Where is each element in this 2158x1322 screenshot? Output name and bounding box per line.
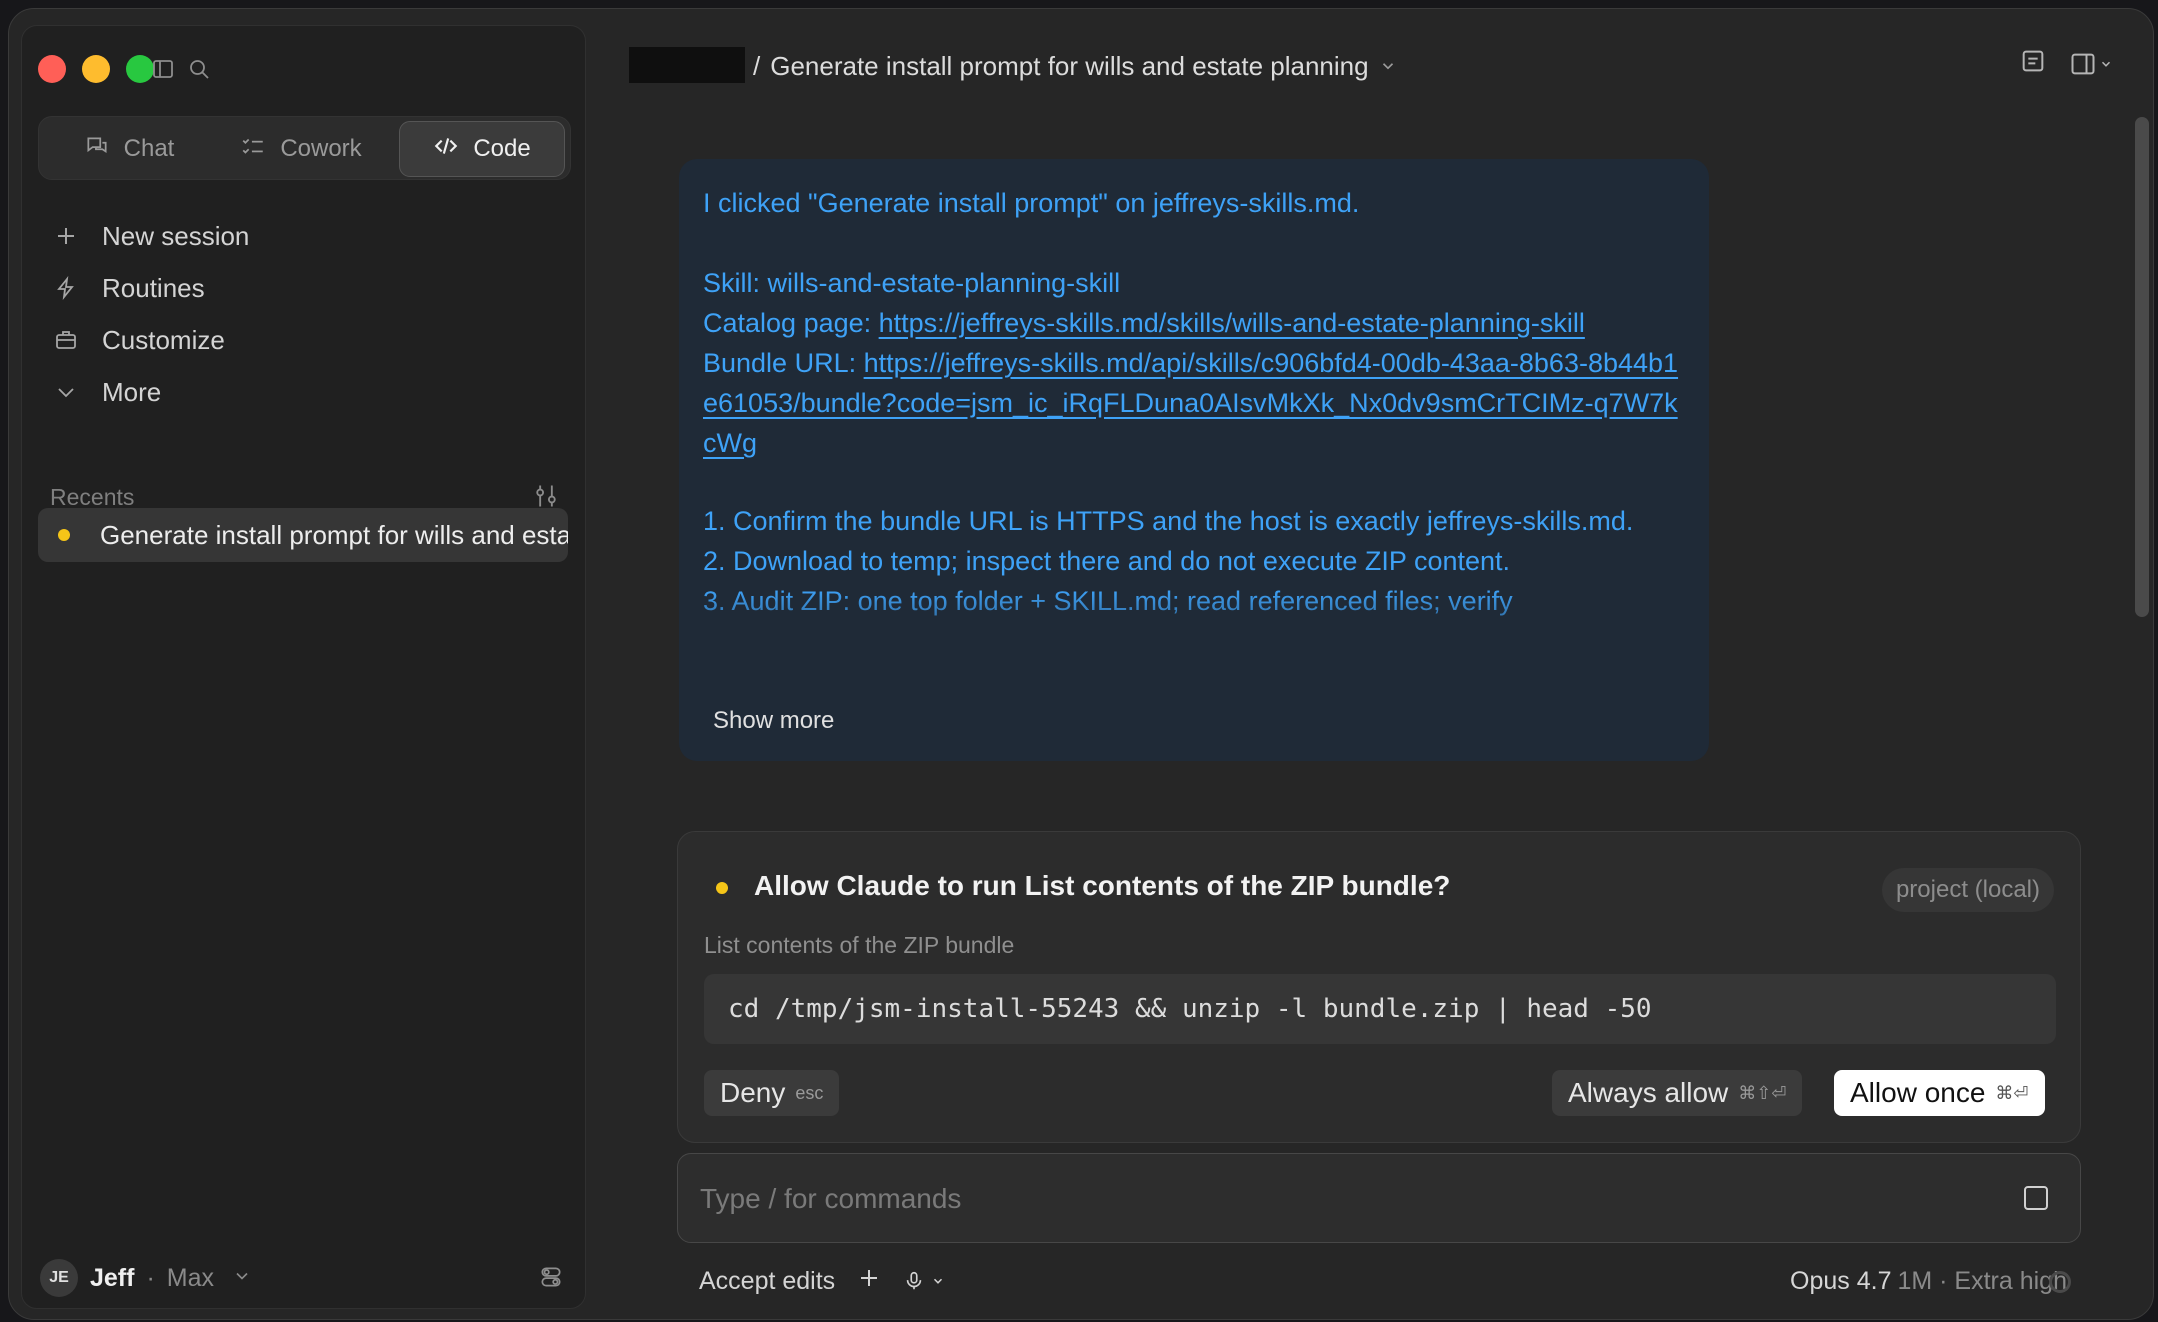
user-message-bubble: I clicked "Generate install prompt" on j…	[679, 159, 1709, 761]
message-fade-overlay	[679, 589, 1709, 699]
composer	[677, 1153, 2081, 1243]
bolt-icon	[52, 276, 80, 300]
tab-chat[interactable]: Chat	[49, 121, 209, 177]
deny-button[interactable]: Deny esc	[704, 1070, 840, 1116]
stop-icon[interactable]	[2024, 1186, 2048, 1210]
checklist-icon	[240, 133, 266, 166]
mode-tabs: Chat Cowork Code	[38, 116, 571, 180]
routines-label: Routines	[102, 272, 205, 303]
message-bundle-line: Bundle URL: https://jeffreys-skills.md/a…	[703, 343, 1683, 463]
customize-button[interactable]: Customize	[52, 320, 225, 360]
command-preview: cd /tmp/jsm-install-55243 && unzip -l bu…	[704, 974, 2056, 1044]
model-selector[interactable]: Opus 4.7 1M · Extra high	[1790, 1263, 2067, 1299]
permission-card: Allow Claude to run List contents of the…	[677, 831, 2081, 1143]
more-label: More	[102, 376, 162, 407]
more-button[interactable]: More	[52, 372, 161, 412]
scope-badge: project (local)	[1881, 868, 2054, 912]
allow-once-label: Allow once	[1850, 1077, 1986, 1108]
panel-toggle-icon[interactable]	[2069, 50, 2113, 78]
routines-button[interactable]: Routines	[52, 268, 205, 308]
minimize-window-button[interactable]	[82, 55, 110, 83]
message-skill-line: Skill: wills-and-estate-planning-skill	[703, 268, 1121, 298]
sidebar-toggle-icon[interactable]	[148, 54, 178, 84]
accept-edits-button[interactable]: Accept edits	[699, 1267, 835, 1296]
redacted-project-name	[629, 47, 745, 83]
message-step-2: 2. Download to temp; inspect there and d…	[703, 546, 1511, 576]
recent-session-item[interactable]: Generate install prompt for wills and es…	[38, 508, 568, 562]
user-separator: ·	[146, 1263, 155, 1292]
tab-cowork[interactable]: Cowork	[211, 121, 391, 177]
permission-title: Allow Claude to run List contents of the…	[754, 870, 1451, 901]
user-menu[interactable]: JE Jeff · Max	[40, 1258, 252, 1298]
plus-icon[interactable]	[857, 1266, 881, 1297]
plus-icon	[52, 224, 80, 248]
show-more-button[interactable]: Show more	[713, 707, 834, 735]
app-window: Chat Cowork Code New session Routines Cu…	[8, 8, 2154, 1320]
breadcrumb-separator: /	[753, 50, 761, 81]
sidebar: Chat Cowork Code New session Routines Cu…	[21, 25, 586, 1309]
catalog-label: Catalog page:	[703, 308, 879, 338]
document-icon[interactable]	[2019, 47, 2047, 80]
deny-shortcut: esc	[795, 1082, 824, 1103]
chat-icon	[84, 133, 110, 166]
close-window-button[interactable]	[38, 55, 66, 83]
tab-cowork-label: Cowork	[280, 135, 362, 162]
tab-chat-label: Chat	[123, 135, 175, 162]
bundle-label: Bundle URL:	[703, 348, 864, 378]
scrollbar[interactable]	[2135, 117, 2149, 617]
chevron-down-icon	[1379, 51, 1397, 82]
breadcrumb[interactable]: / Generate install prompt for wills and …	[753, 47, 1397, 85]
always-allow-label: Always allow	[1568, 1077, 1729, 1108]
prompt-input[interactable]	[700, 1176, 2000, 1222]
tab-code[interactable]: Code	[399, 121, 565, 177]
context-usage-icon	[2049, 1271, 2071, 1293]
search-icon[interactable]	[184, 54, 214, 84]
allow-once-button[interactable]: Allow once ⌘⏎	[1834, 1070, 2045, 1116]
settings-toggle-icon[interactable]	[538, 1264, 564, 1295]
permission-subtitle: List contents of the ZIP bundle	[704, 932, 1015, 958]
model-name: Opus 4.7	[1790, 1266, 1892, 1295]
allow-once-shortcut: ⌘⏎	[1995, 1082, 2029, 1103]
deny-label: Deny	[720, 1077, 786, 1108]
customize-label: Customize	[102, 324, 225, 355]
code-icon	[433, 133, 459, 166]
status-dot	[58, 529, 70, 541]
page-title: Generate install prompt for wills and es…	[770, 50, 1369, 81]
avatar: JE	[40, 1259, 78, 1297]
chevron-down-icon	[232, 1264, 252, 1293]
header-actions	[2019, 47, 2113, 80]
status-dot	[716, 882, 728, 894]
user-name: Jeff	[90, 1263, 135, 1292]
recent-session-label: Generate install prompt for wills and es…	[100, 519, 568, 550]
user-plan: Max	[166, 1263, 215, 1292]
always-allow-shortcut: ⌘⇧⏎	[1738, 1082, 1787, 1103]
message-step-1: 1. Confirm the bundle URL is HTTPS and t…	[703, 506, 1634, 536]
new-session-label: New session	[102, 220, 250, 251]
message-catalog-line: Catalog page: https://jeffreys-skills.md…	[703, 303, 1683, 343]
recents-heading: Recents	[50, 484, 135, 510]
message-body: I clicked "Generate install prompt" on j…	[703, 183, 1683, 621]
catalog-link[interactable]: https://jeffreys-skills.md/skills/wills-…	[879, 308, 1585, 338]
model-meta: 1M · Extra high	[1897, 1266, 2067, 1295]
composer-toolbar: Accept edits	[699, 1263, 945, 1299]
always-allow-button[interactable]: Always allow ⌘⇧⏎	[1552, 1070, 1803, 1116]
tab-code-label: Code	[473, 135, 531, 162]
chevron-down-icon	[52, 380, 80, 404]
new-session-button[interactable]: New session	[52, 216, 249, 256]
microphone-icon[interactable]	[903, 1269, 945, 1293]
message-line: I clicked "Generate install prompt" on j…	[703, 188, 1360, 218]
briefcase-icon	[52, 328, 80, 352]
